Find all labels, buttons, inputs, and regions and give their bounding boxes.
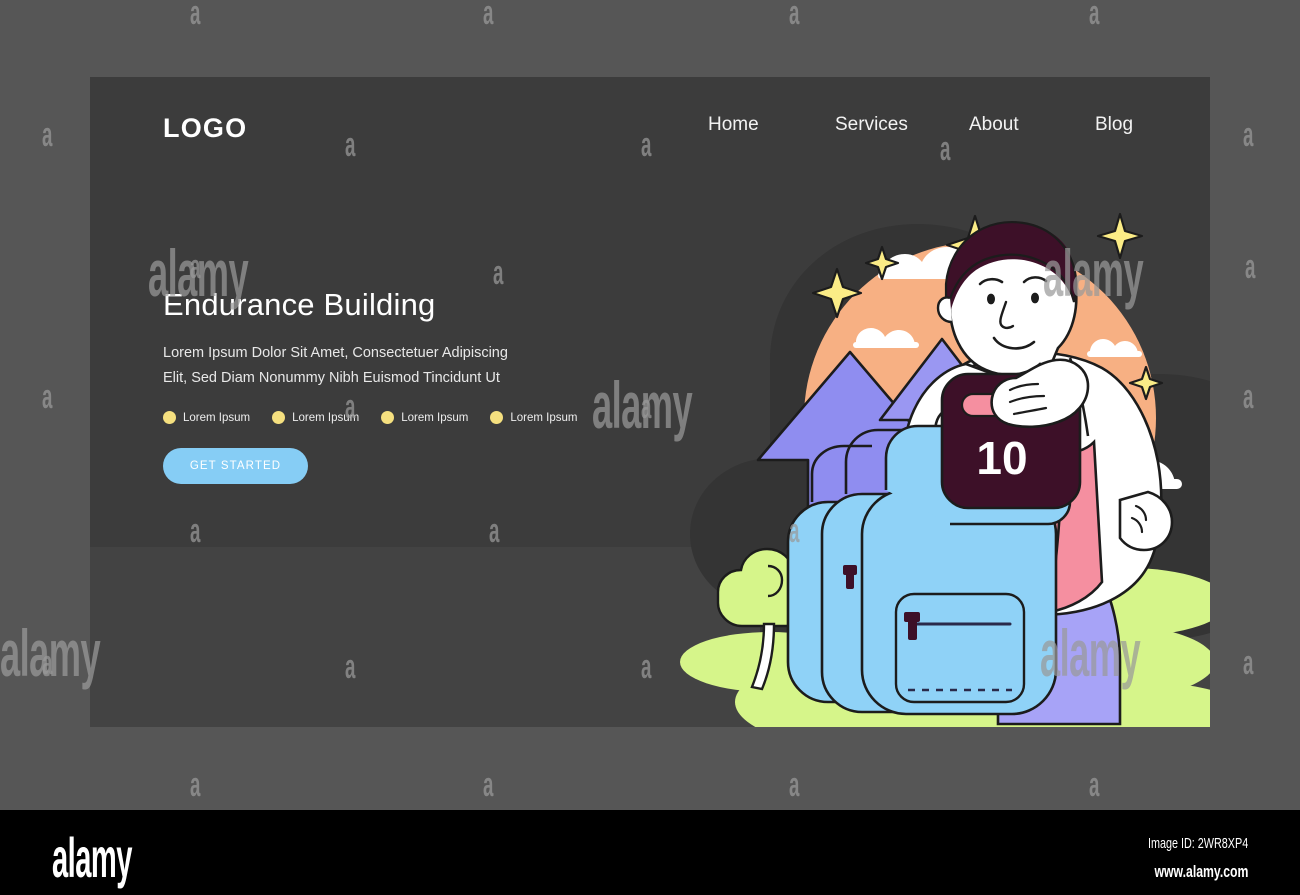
alamy-watermark-letter: a xyxy=(42,378,53,416)
bullet-dot-icon xyxy=(490,411,504,425)
bullet-dot-icon xyxy=(163,411,176,425)
alamy-watermark-letter: a xyxy=(483,766,494,804)
alamy-website-url: www.alamy.com xyxy=(1154,862,1248,881)
main-navigation: Home Services About Blog xyxy=(690,114,1190,144)
get-started-button[interactable]: GET STARTED xyxy=(163,448,308,485)
person-right-arm xyxy=(1118,490,1174,552)
feature-item: Lorem Ipsum xyxy=(381,411,469,425)
nav-link-blog[interactable]: Blog xyxy=(1095,114,1133,136)
site-logo[interactable]: LOGO xyxy=(163,113,247,144)
alamy-watermark-word: alamy xyxy=(0,616,101,690)
site-header: LOGO Home Services About Blog xyxy=(90,77,1210,182)
alamy-watermark-letter: a xyxy=(1243,116,1254,154)
hero-title: Endurance Building xyxy=(163,287,436,322)
alamy-watermark-letter: a xyxy=(1245,248,1256,286)
landing-page-card: LOGO Home Services About Blog Endurance … xyxy=(90,77,1210,727)
alamy-footer-bar: alamy Image ID: 2WR8XP4 www.alamy.com xyxy=(0,810,1300,895)
alamy-logo: alamy xyxy=(52,826,132,889)
alamy-watermark-letter: a xyxy=(1243,378,1254,416)
alamy-watermark-letter: a xyxy=(42,116,53,154)
feature-label: Lorem Ipsum xyxy=(401,411,469,424)
feature-item: Lorem Ipsum xyxy=(163,411,251,425)
alamy-watermark-letter: a xyxy=(1243,644,1254,682)
feature-label: Lorem Ipsum xyxy=(292,411,360,424)
feature-label: Lorem Ipsum xyxy=(510,411,578,424)
alamy-watermark-letter: a xyxy=(789,0,800,32)
alamy-watermark-letter: a xyxy=(1089,766,1100,804)
weight-label: 10 xyxy=(976,432,1027,484)
sparkle-icon xyxy=(1096,212,1144,260)
nav-link-about[interactable]: About xyxy=(969,114,1019,136)
bullet-dot-icon xyxy=(272,411,286,425)
nav-link-services[interactable]: Services xyxy=(835,114,908,136)
alamy-watermark-letter: a xyxy=(1089,0,1100,32)
feature-label: Lorem Ipsum xyxy=(183,411,251,424)
alamy-watermark-letter: a xyxy=(190,766,201,804)
alamy-watermark-letter: a xyxy=(483,0,494,32)
feature-item: Lorem Ipsum xyxy=(272,411,360,425)
screenshot-stage: LOGO Home Services About Blog Endurance … xyxy=(0,0,1300,810)
hero-subtitle: Lorem Ipsum Dolor Sit Amet, Consectetuer… xyxy=(163,344,508,387)
hero-illustration: 10 xyxy=(650,162,1210,727)
alamy-image-id: Image ID: 2WR8XP4 xyxy=(1147,835,1248,852)
feature-list: Lorem Ipsum Lorem Ipsum Lorem Ipsum Lore… xyxy=(163,411,623,425)
alamy-watermark-letter: a xyxy=(789,766,800,804)
alamy-watermark-letter: a xyxy=(190,0,201,32)
alamy-watermark-letter: a xyxy=(42,644,53,682)
feature-item: Lorem Ipsum xyxy=(490,411,578,425)
hero-copy-block: Endurance Building Lorem Ipsum Dolor Sit… xyxy=(163,287,623,485)
nav-link-home[interactable]: Home xyxy=(708,114,759,136)
bullet-dot-icon xyxy=(381,411,395,425)
